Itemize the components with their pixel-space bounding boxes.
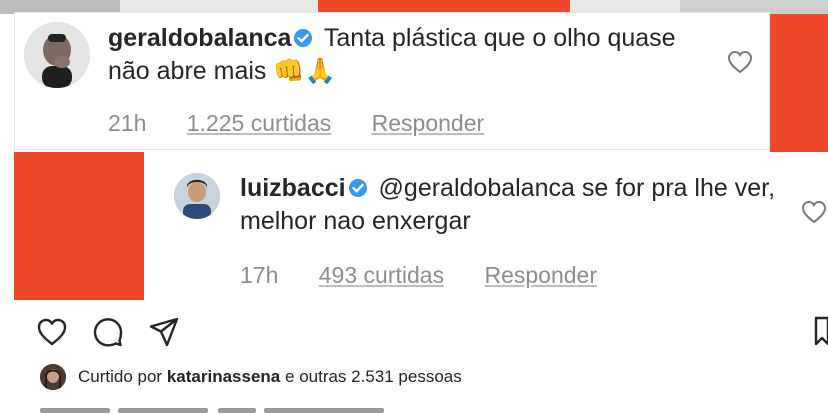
reply-button[interactable]: Responder (372, 110, 485, 137)
heart-icon[interactable] (36, 316, 68, 348)
verified-badge-icon (348, 174, 368, 197)
comment-likes-link[interactable]: 493 curtidas (319, 262, 444, 289)
comment-like-heart-icon[interactable] (800, 199, 828, 225)
comment-meta: 21h 1.225 curtidas Responder (108, 110, 518, 137)
liked-by-prefix: Curtido por (78, 367, 163, 386)
comment-icon[interactable] (92, 316, 124, 348)
comment-emoji: 👊🙏 (273, 57, 336, 85)
liked-by-user[interactable]: katarinassena (167, 367, 280, 386)
comment-username[interactable]: geraldobalanca (108, 24, 291, 52)
avatar-photo-icon (24, 22, 90, 88)
avatar[interactable] (24, 22, 90, 88)
reply-button[interactable]: Responder (484, 262, 597, 289)
comment-like-heart-icon[interactable] (726, 49, 754, 75)
red-backdrop-left (14, 152, 144, 300)
share-icon[interactable] (148, 316, 180, 348)
avatar[interactable] (40, 364, 66, 390)
comment-mention[interactable]: @geraldobalanca (379, 174, 575, 202)
bookmark-icon[interactable] (814, 316, 828, 346)
comment-meta: 17h 493 curtidas Responder (240, 262, 631, 289)
comment-username[interactable]: luizbacci (240, 174, 346, 202)
red-backdrop-right (770, 14, 828, 152)
verified-badge-icon (293, 24, 313, 47)
cut-off-caption (40, 404, 390, 414)
liked-by-others[interactable]: outras 2.531 pessoas (299, 367, 462, 386)
avatar[interactable] (174, 173, 220, 219)
comment-body: geraldobalanca Tanta plástica que o olho… (108, 22, 708, 88)
comment-time: 21h (108, 110, 147, 136)
comment-body: luizbacci @geraldobalanca se for pra lhe… (240, 172, 800, 238)
avatar-photo-icon (174, 173, 220, 219)
liked-by-text[interactable]: Curtido por katarinassena e outras 2.531… (78, 367, 462, 387)
comment-likes-link[interactable]: 1.225 curtidas (187, 110, 331, 137)
liked-by-middle: e (284, 367, 295, 386)
comment-time: 17h (240, 262, 279, 288)
